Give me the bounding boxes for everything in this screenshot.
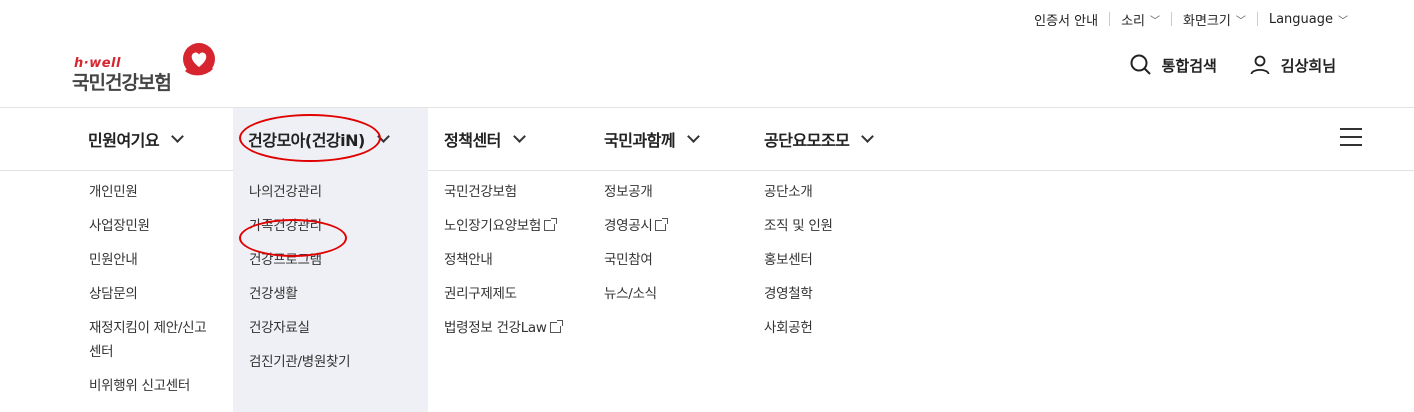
submenu-item[interactable]: 국민참여 — [604, 250, 666, 270]
submenu-item[interactable]: 정보공개 — [604, 182, 666, 202]
user-icon — [1250, 55, 1270, 75]
user-name-label: 김상희님 — [1280, 56, 1336, 75]
submenu-item-external[interactable]: 경영공시 — [604, 216, 669, 236]
submenu-item-external[interactable]: 노인장기요양보험 — [444, 216, 561, 236]
language-label: Language — [1268, 11, 1333, 27]
submenu-item-family-health[interactable]: 가족건강관리 — [249, 216, 350, 236]
submenu-item-label: 노인장기요양보험 — [444, 218, 541, 234]
heart-logo-icon — [183, 43, 215, 76]
submenu-item[interactable]: 개인민원 — [89, 182, 206, 202]
submenu-item[interactable]: 센터 — [89, 342, 206, 362]
submenu-col-health-in: 나의건강관리 가족건강관리 건강프로그램 건강생활 건강자료실 검진기관/병원찾… — [249, 182, 351, 386]
main-navigation: 민원여기요 건강모아(건강iN) 정책센터 국민과함께 공단요모조모 — [0, 107, 1414, 171]
chevron-down-icon: ﹀ — [1235, 15, 1246, 27]
submenu-item[interactable]: 건강프로그램 — [249, 250, 350, 270]
gnb-label: 건강모아(건강iN) — [248, 131, 365, 150]
submenu-item[interactable]: 재정지킴이 제안/신고 — [89, 318, 207, 338]
submenu-item[interactable]: 검진기관/병원찾기 — [249, 352, 351, 372]
external-link-icon — [543, 218, 557, 231]
submenu-item[interactable]: 뉴스/소식 — [604, 284, 666, 304]
submenu-item[interactable]: 건강자료실 — [249, 318, 350, 338]
submenu-item[interactable]: 경영철학 — [764, 284, 833, 304]
submenu-item[interactable]: 정책안내 — [444, 250, 561, 270]
chevron-down-icon — [861, 130, 875, 143]
submenu-item[interactable]: 사업장민원 — [89, 216, 206, 236]
submenu-item-label: 경영공시 — [604, 218, 653, 234]
chevron-down-icon: ﹀ — [1338, 15, 1348, 27]
chevron-down-icon: ﹀ — [1150, 15, 1160, 27]
external-link-icon — [549, 320, 563, 333]
submenu-item[interactable]: 국민건강보험 — [444, 182, 561, 202]
user-menu-button[interactable]: 김상희님 — [1249, 54, 1336, 76]
integrated-search-button[interactable]: 통합검색 — [1130, 54, 1217, 76]
submenu-col-policy-center: 국민건강보험 노인장기요양보험 정책안내 권리구제제도 법령정보 건강Law — [444, 182, 563, 352]
submenu-item-label: 법령정보 건강Law — [444, 320, 547, 336]
utility-bar: 인증서 안내 소리 ﹀ 화면크기 ﹀ Language ﹀ — [1023, 0, 1348, 38]
gnb-label: 민원여기요 — [88, 131, 160, 150]
sound-label: 소리 — [1121, 13, 1145, 29]
gnb-label: 공단요모조모 — [764, 131, 850, 150]
gnb-item-policy-center[interactable]: 정책센터 — [444, 108, 526, 170]
submenu-item[interactable]: 건강생활 — [249, 284, 350, 304]
search-label: 통합검색 — [1161, 56, 1217, 75]
sound-dropdown[interactable]: 소리 ﹀ — [1110, 10, 1171, 29]
cert-guide-link[interactable]: 인증서 안내 — [1023, 10, 1109, 29]
gnb-label: 국민과함께 — [604, 131, 676, 150]
submenu-item[interactable]: 권리구제제도 — [444, 284, 561, 304]
chevron-down-icon — [376, 130, 390, 143]
submenu-col-civil-service: 개인민원 사업장민원 민원안내 상담문의 재정지킴이 제안/신고 센터 비위행위… — [89, 182, 207, 410]
header-actions: 통합검색 김상희님 — [1130, 54, 1336, 76]
language-dropdown[interactable]: Language ﹀ — [1258, 12, 1348, 27]
submenu-item[interactable]: 민원안내 — [89, 250, 206, 270]
external-link-icon — [655, 218, 669, 231]
gnb-item-health-in[interactable]: 건강모아(건강iN) — [233, 108, 428, 170]
chevron-down-icon — [513, 130, 526, 143]
screen-size-dropdown[interactable]: 화면크기 ﹀ — [1172, 10, 1257, 29]
gnb-item-civil-service[interactable]: 민원여기요 — [88, 108, 228, 170]
hamburger-menu-icon[interactable] — [1340, 128, 1362, 146]
submenu-item[interactable]: 상담문의 — [89, 284, 206, 304]
submenu-item[interactable]: 공단소개 — [764, 182, 833, 202]
submenu-col-with-people: 정보공개 경영공시 국민참여 뉴스/소식 — [604, 182, 669, 318]
submenu-item[interactable]: 사회공헌 — [764, 318, 833, 338]
gnb-item-with-people[interactable]: 국민과함께 — [604, 108, 700, 170]
gnb-item-about-nhis[interactable]: 공단요모조모 — [764, 108, 875, 170]
submenu-item[interactable]: 비위행위 신고센터 — [89, 376, 206, 396]
screen-size-label: 화면크기 — [1183, 13, 1231, 29]
search-icon — [1130, 54, 1151, 75]
logo-name-text: 국민건강보험 — [72, 72, 172, 94]
site-logo[interactable]: h·well 국민건강보험 — [72, 42, 222, 94]
chevron-down-icon — [687, 130, 700, 143]
submenu-item[interactable]: 홍보센터 — [764, 250, 833, 270]
gnb-label: 정책센터 — [444, 131, 501, 150]
chevron-down-icon — [171, 130, 184, 143]
submenu-item-external[interactable]: 법령정보 건강Law — [444, 318, 563, 338]
submenu-item[interactable]: 조직 및 인원 — [764, 216, 833, 236]
cert-guide-label: 인증서 안내 — [1034, 13, 1099, 29]
submenu-col-about-nhis: 공단소개 조직 및 인원 홍보센터 경영철학 사회공헌 — [764, 182, 833, 352]
submenu-item[interactable]: 나의건강관리 — [249, 182, 350, 202]
